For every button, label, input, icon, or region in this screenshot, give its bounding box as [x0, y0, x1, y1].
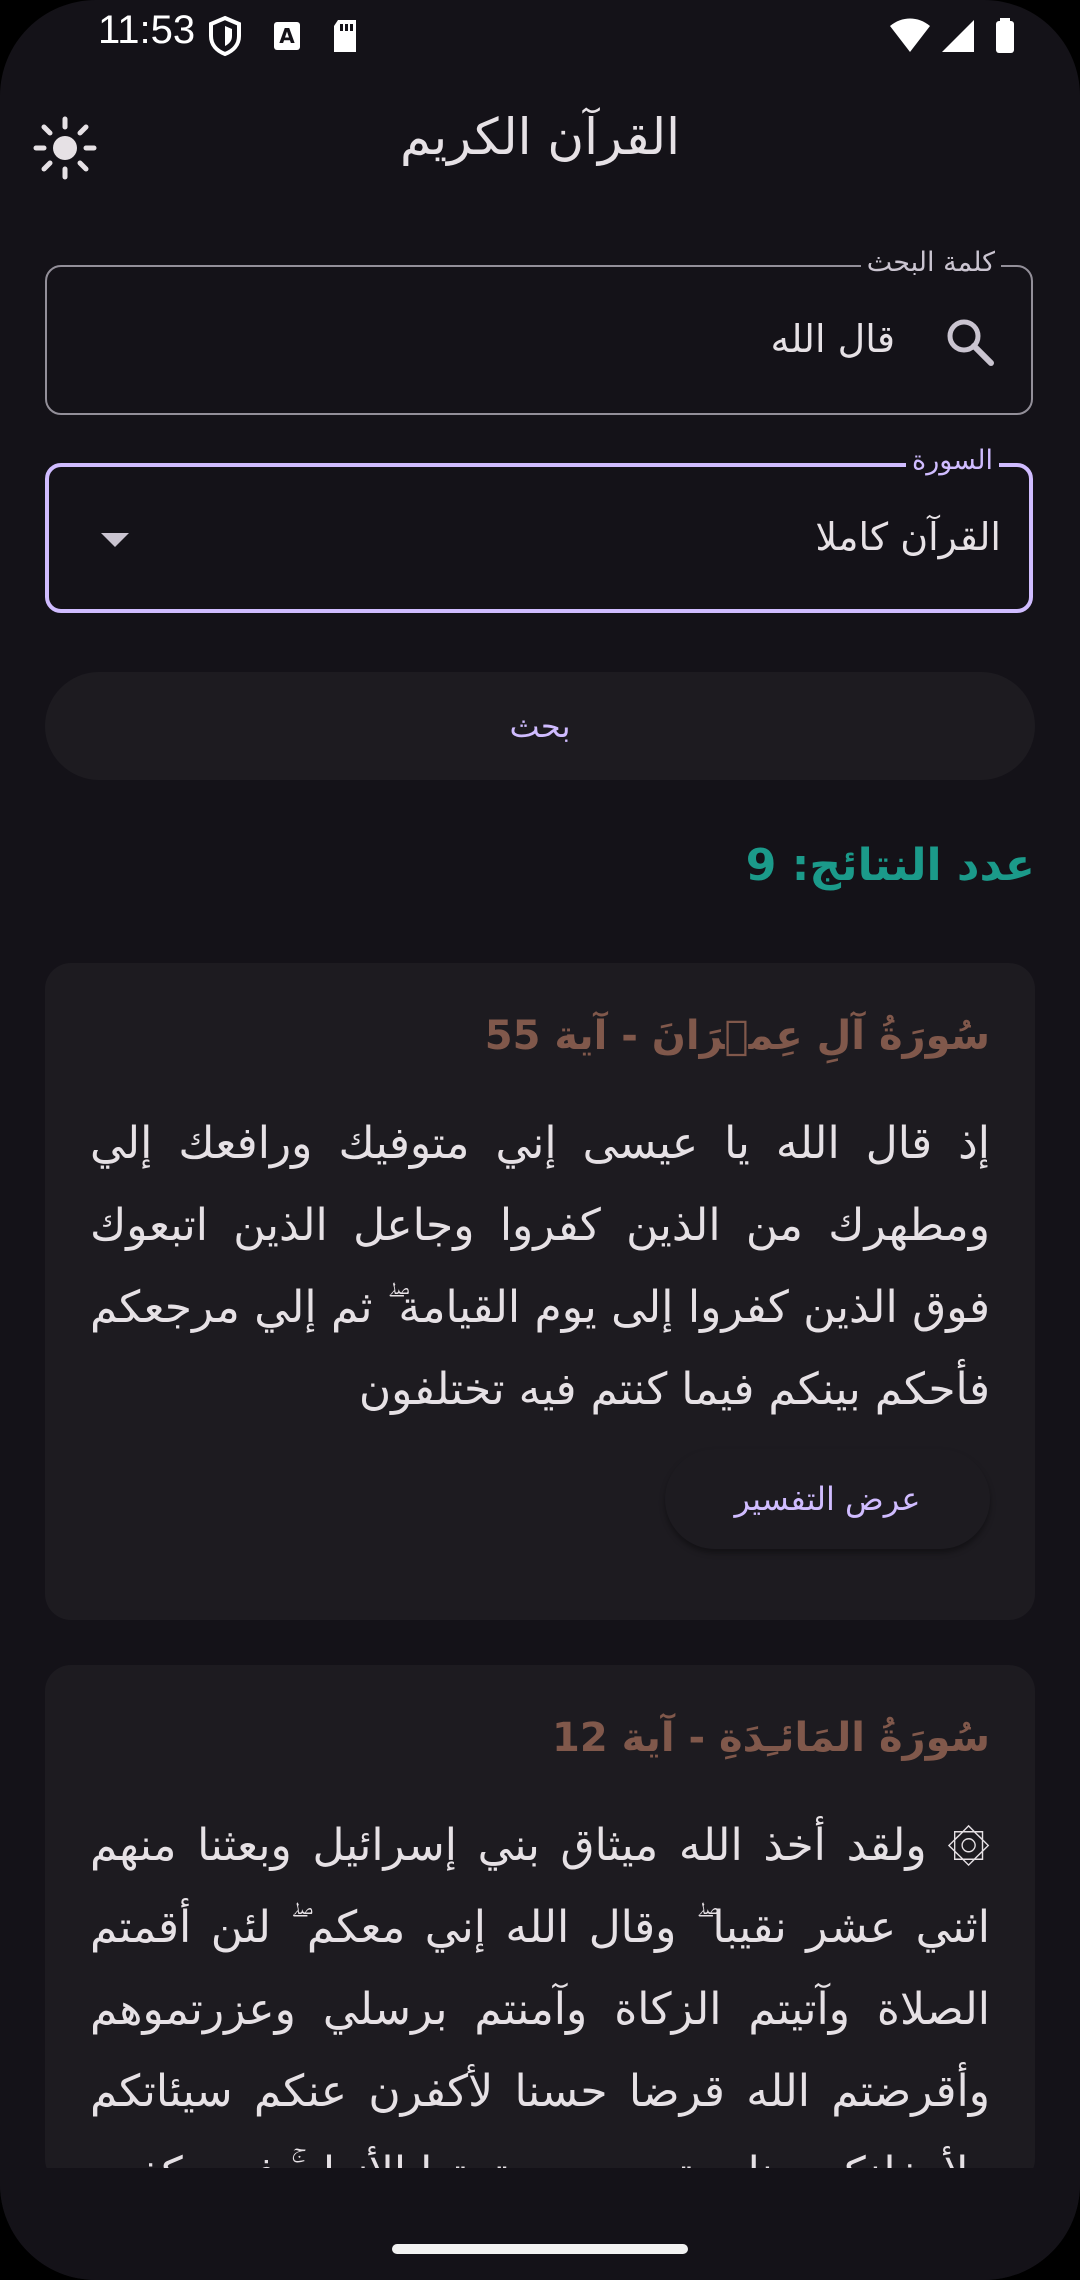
surah-select-label: السورة [906, 443, 999, 479]
result-card: سُورَةُ المَائـِدَةِ - آية 12 ۞ ولقد أخذ… [45, 1665, 1035, 2185]
status-time: 11:53 [98, 8, 196, 52]
view-tafsir-button[interactable]: عرض التفسير [665, 1449, 990, 1549]
surah-select-value[interactable]: القرآن كاملا [815, 515, 1001, 559]
search-input[interactable]: قال الله [770, 317, 895, 361]
home-handle[interactable] [392, 2244, 688, 2254]
shield-icon [209, 15, 241, 57]
screen: 11:53 A القرآن الكريم كلمة البحث قال الل… [0, 0, 1080, 2280]
app-bar: القرآن الكريم [0, 90, 1080, 190]
status-bar: 11:53 A [0, 0, 1080, 70]
search-field-label: كلمة البحث [860, 245, 1001, 281]
signal-icon [942, 20, 974, 52]
result-card-title: سُورَةُ المَائـِدَةِ - آية 12 [552, 1715, 990, 1761]
sd-card-icon [334, 20, 356, 52]
search-button[interactable]: بحث [45, 672, 1035, 780]
status-icons-right [888, 14, 1028, 58]
search-field[interactable]: كلمة البحث قال الله [45, 245, 1033, 415]
view-tafsir-label: عرض التفسير [734, 1480, 921, 1518]
results-count: عدد النتائج: 9 [745, 840, 1035, 891]
search-button-label: بحث [509, 707, 571, 745]
text-a-icon: A [274, 22, 300, 50]
result-card-title: سُورَةُ آلِ عِمۡرَانَ - آية 55 [484, 1013, 990, 1059]
page-title: القرآن الكريم [399, 108, 681, 166]
battery-icon [996, 18, 1014, 53]
surah-select[interactable]: السورة القرآن كاملا [45, 443, 1033, 613]
svg-text:A: A [279, 24, 295, 48]
navigation-bar [0, 2168, 1080, 2280]
sun-icon[interactable] [30, 113, 100, 183]
result-card-text: إذ قال الله يا عيسى إني متوفيك ورافعك إل… [90, 1118, 990, 1415]
result-card: سُورَةُ آلِ عِمۡرَانَ - آية 55 إذ قال ال… [45, 963, 1035, 1620]
dropdown-arrow-icon[interactable] [97, 529, 133, 551]
search-icon[interactable] [943, 315, 997, 369]
wifi-icon [890, 18, 930, 52]
result-card-text: ۞ ولقد أخذ الله ميثاق بني إسرائيل وبعثنا… [90, 1820, 990, 2185]
